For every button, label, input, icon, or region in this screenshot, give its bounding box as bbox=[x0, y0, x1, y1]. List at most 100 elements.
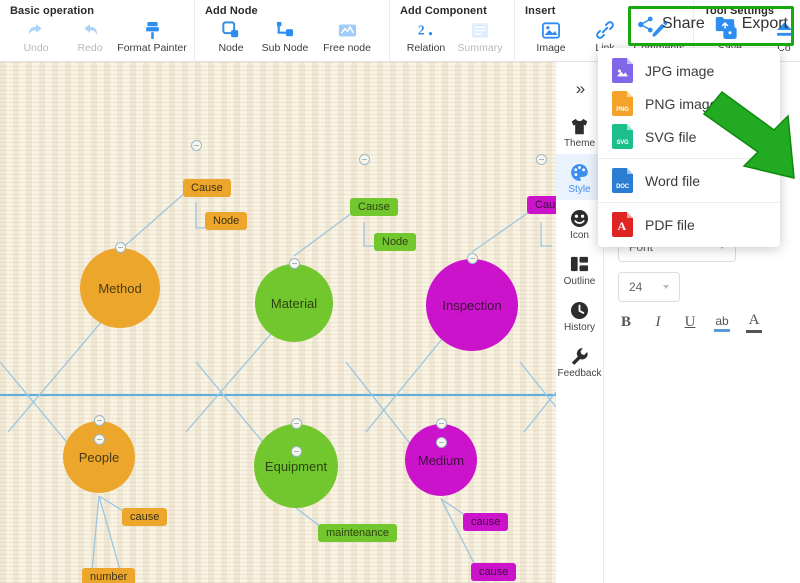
node-collapse-knob[interactable] bbox=[290, 418, 302, 429]
toolbar-group-items: Node Sub Node Free node bbox=[205, 19, 381, 54]
expand-panel-button[interactable]: » bbox=[556, 70, 604, 108]
toolbar-button-free-node[interactable]: Free node bbox=[313, 19, 381, 54]
toolbar-group-title: Add Component bbox=[400, 5, 487, 17]
rail-item-label: History bbox=[563, 322, 596, 333]
branch-collapse-knob[interactable] bbox=[290, 446, 302, 457]
toolbar-group-basic-operation: Basic operation Undo Redo Format Painter bbox=[0, 0, 195, 62]
rail-item-theme[interactable]: Theme bbox=[556, 108, 604, 154]
redo-icon bbox=[81, 20, 99, 40]
tag-label: number bbox=[90, 571, 128, 583]
mindmap-tag-t6[interactable]: cause bbox=[122, 508, 168, 527]
mindmap-tag-t9[interactable]: cause bbox=[463, 513, 509, 532]
node-label: People bbox=[78, 449, 120, 465]
palette-icon bbox=[570, 162, 589, 182]
rail-item-outline[interactable]: Outline bbox=[556, 246, 604, 292]
mindmap-tag-t10[interactable]: cause bbox=[471, 563, 517, 582]
toolbar-button-image[interactable]: Image bbox=[525, 19, 577, 54]
rail-item-label: Style bbox=[568, 184, 591, 195]
chevron-down-icon bbox=[663, 285, 669, 289]
mindmap-tag-t2[interactable]: Node bbox=[205, 212, 248, 231]
font-size-select[interactable]: 24 bbox=[618, 272, 680, 302]
mindmap-node-method[interactable]: Method bbox=[80, 248, 160, 328]
toolbar-button-label: Node bbox=[218, 42, 244, 54]
bold-button[interactable]: B bbox=[618, 314, 634, 331]
free-node-icon bbox=[338, 20, 357, 40]
rail-item-history[interactable]: History bbox=[556, 292, 604, 338]
rail-items: Theme Style Icon Outline History Feedback bbox=[555, 108, 604, 384]
export-menu-item-png-image[interactable]: PNG PNG image bbox=[598, 87, 780, 120]
toolbar-group-items: Undo Redo Format Painter bbox=[10, 19, 187, 54]
mindmap-tag-t5[interactable]: Cause bbox=[527, 196, 556, 215]
branch-collapse-knob[interactable] bbox=[435, 437, 447, 448]
node-collapse-knob[interactable] bbox=[435, 418, 447, 429]
mindmap-tag-t8[interactable]: maintenance bbox=[318, 524, 397, 543]
summary-icon bbox=[471, 20, 489, 40]
export-folder-icon bbox=[715, 16, 734, 31]
tag-label: cause bbox=[130, 511, 160, 523]
tag-label: Node bbox=[382, 236, 409, 248]
mindmap-tag-t7[interactable]: number bbox=[82, 568, 136, 583]
png-file-icon: PNG bbox=[612, 91, 633, 116]
italic-button[interactable]: I bbox=[650, 314, 666, 331]
svg-text:A: A bbox=[618, 219, 627, 232]
tag-label: maintenance bbox=[326, 527, 389, 539]
mindmap-tag-t3[interactable]: Cause bbox=[350, 198, 398, 217]
share-label: Share bbox=[662, 15, 705, 32]
branch-collapse-knob[interactable] bbox=[535, 154, 547, 165]
toolbar-button-label: Undo bbox=[23, 42, 49, 54]
side-icon-rail: » Theme Style Icon Outline History Feedback bbox=[555, 62, 604, 583]
pdf-file-icon: A bbox=[612, 212, 633, 237]
export-menu-item-jpg-image[interactable]: JPG image bbox=[598, 54, 780, 87]
branch-collapse-knob[interactable] bbox=[358, 154, 370, 165]
export-menu-item-word-file[interactable]: DOC Word file bbox=[598, 164, 780, 197]
export-menu-item-label: PNG image bbox=[645, 95, 718, 112]
node-collapse-knob[interactable] bbox=[93, 415, 105, 426]
export-button[interactable]: Export bbox=[715, 15, 788, 34]
node-label: Method bbox=[98, 280, 142, 296]
rail-item-label: Outline bbox=[563, 276, 596, 287]
rail-item-label: Icon bbox=[570, 230, 589, 241]
share-export-group: Share Export bbox=[624, 0, 800, 48]
node-collapse-knob[interactable] bbox=[466, 253, 478, 264]
node-label: Equipment bbox=[264, 458, 328, 474]
toolbar-button-label: Redo bbox=[77, 42, 103, 54]
rail-item-feedback[interactable]: Feedback bbox=[556, 338, 604, 384]
rail-item-label: Theme bbox=[563, 138, 596, 149]
toolbar-group-items: 2 Relation Summary bbox=[400, 19, 506, 54]
node-collapse-knob[interactable] bbox=[114, 242, 126, 253]
text-highlight-button[interactable]: ab bbox=[714, 314, 730, 332]
mindmap-canvas[interactable]: Method Material Inspection People Equipment M… bbox=[0, 62, 556, 583]
toolbar-button-node[interactable]: Node bbox=[205, 19, 257, 54]
underline-button[interactable]: U bbox=[682, 314, 698, 331]
mindmap-tag-t4[interactable]: Node bbox=[374, 233, 417, 252]
node-collapse-knob[interactable] bbox=[288, 258, 300, 269]
undo-icon bbox=[27, 20, 45, 40]
toolbar-group-add-node: Add Node Node Sub Node Free node bbox=[195, 0, 390, 62]
toolbar-button-relation[interactable]: 2 Relation bbox=[400, 19, 452, 54]
export-menu-item-pdf-file[interactable]: A PDF file bbox=[598, 208, 780, 241]
share-icon bbox=[638, 16, 653, 32]
rail-item-style[interactable]: Style bbox=[555, 154, 604, 200]
mindmap-node-material[interactable]: Material bbox=[255, 264, 333, 342]
mindmap-node-inspection[interactable]: Inspection bbox=[426, 259, 518, 351]
export-dropdown-menu[interactable]: JPG image PNG PNG image SVG SVG file DOC Word … bbox=[598, 48, 780, 247]
font-color-button[interactable]: A bbox=[746, 312, 762, 333]
svg-file-icon: SVG bbox=[612, 124, 633, 149]
branch-collapse-knob[interactable] bbox=[93, 434, 105, 445]
tag-label: cause bbox=[471, 516, 501, 528]
branch-collapse-knob[interactable] bbox=[190, 140, 202, 151]
rail-item-icon[interactable]: Icon bbox=[556, 200, 604, 246]
toolbar-button-format-painter[interactable]: Format Painter bbox=[117, 19, 187, 54]
tag-label: Cause bbox=[535, 199, 556, 211]
export-menu-item-label: SVG file bbox=[645, 128, 697, 145]
wrench-icon bbox=[570, 346, 589, 366]
mindmap-node-equipment[interactable]: Equipment bbox=[254, 424, 338, 508]
format-painter-icon bbox=[144, 20, 161, 40]
toolbar-button-label: Relation bbox=[406, 42, 446, 54]
share-button[interactable]: Share bbox=[636, 15, 705, 34]
toolbar-button-sub-node[interactable]: Sub Node bbox=[259, 19, 311, 54]
mindmap-node-people[interactable]: People bbox=[63, 421, 135, 493]
export-menu-item-svg-file[interactable]: SVG SVG file bbox=[598, 120, 780, 153]
mindmap-node-medium[interactable]: Medium bbox=[405, 424, 477, 496]
mindmap-tag-t1[interactable]: Cause bbox=[183, 179, 231, 198]
